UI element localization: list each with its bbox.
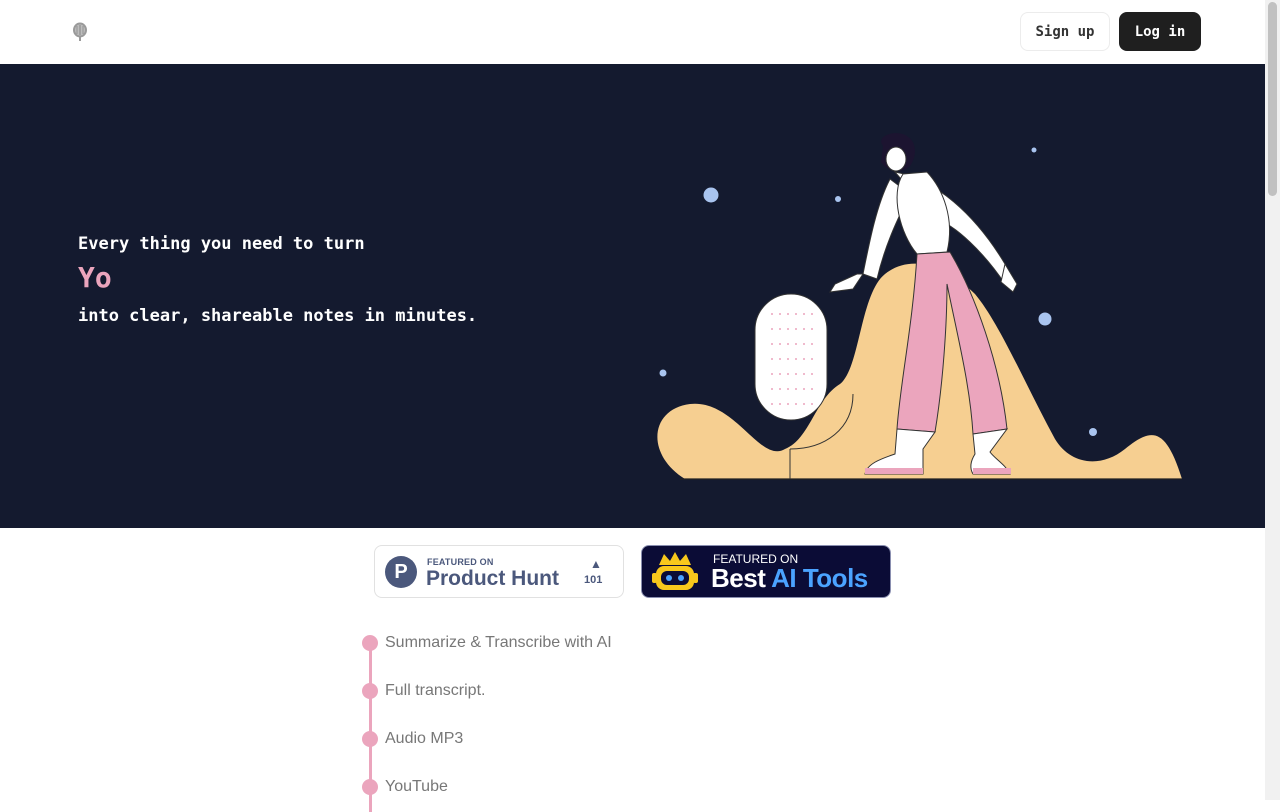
page-scrollbar[interactable] xyxy=(1265,0,1280,800)
hero-outro-text: into clear, shareable notes in minutes. xyxy=(78,306,478,326)
microphone-logo-icon[interactable] xyxy=(71,22,89,42)
hero-section: Every thing you need to turn Yo into cle… xyxy=(0,64,1265,528)
timeline-dot xyxy=(362,731,378,747)
woman-with-microphone-illustration xyxy=(657,133,1182,480)
timeline-item-label: Summarize & Transcribe with AI xyxy=(385,634,612,651)
best-ai-tools-badge[interactable]: FEATURED ON Best AI Tools xyxy=(641,545,891,598)
timeline-dot xyxy=(362,635,378,651)
timeline-item: Audio MP3 xyxy=(360,726,463,752)
product-hunt-upvote-count: 101 xyxy=(584,574,603,586)
hero-intro-text: Every thing you need to turn xyxy=(78,234,365,254)
product-hunt-icon: P xyxy=(385,556,417,588)
timeline-item: Summarize & Transcribe with AI xyxy=(360,630,612,656)
feature-timeline: Summarize & Transcribe with AI Full tran… xyxy=(360,630,760,812)
sign-up-button[interactable]: Sign up xyxy=(1020,12,1110,51)
best-ai-tools-name-part2: AI Tools xyxy=(771,563,868,593)
product-hunt-name: Product Hunt xyxy=(426,567,559,590)
timeline-item-label: Full transcript. xyxy=(385,682,486,699)
best-ai-tools-name-part1: Best xyxy=(711,563,772,593)
top-header: Sign up Log in xyxy=(0,0,1265,64)
timeline-dot xyxy=(362,683,378,699)
timeline-item-label: Audio MP3 xyxy=(385,730,464,747)
product-hunt-badge[interactable]: P FEATURED ON Product Hunt ▲ 101 xyxy=(374,545,624,598)
scrollbar-thumb[interactable] xyxy=(1268,2,1277,196)
timeline-item: Full transcript. xyxy=(360,678,485,704)
log-in-button[interactable]: Log in xyxy=(1119,12,1201,51)
best-ai-tools-name: Best AI Tools xyxy=(711,563,868,594)
robot-crown-icon xyxy=(652,552,698,590)
hero-typed-word: Yo xyxy=(78,261,112,294)
timeline-dot xyxy=(362,779,378,795)
timeline-item-label: YouTube xyxy=(385,778,448,795)
timeline-item: YouTube xyxy=(360,774,448,800)
triangle-up-icon: ▲ xyxy=(590,557,602,571)
product-hunt-featured-label: FEATURED ON xyxy=(427,557,494,567)
